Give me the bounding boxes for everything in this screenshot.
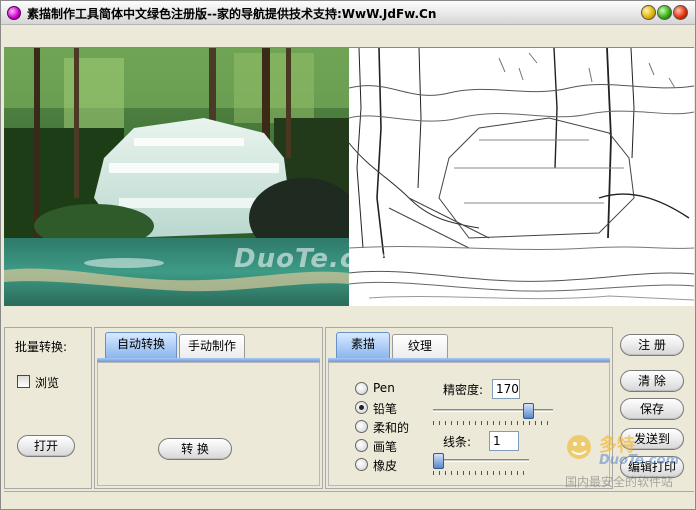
- tab-manual[interactable]: 手动制作: [179, 334, 245, 358]
- save-button[interactable]: 保存: [620, 398, 684, 420]
- batch-panel: 批量转换: 浏览 打开: [4, 327, 92, 489]
- radio-brush-label: 画笔: [373, 440, 398, 454]
- radio-brush[interactable]: [355, 439, 368, 452]
- tab-sketch[interactable]: 素描: [336, 332, 390, 358]
- auto-convert-pane: 转 换: [97, 362, 320, 486]
- density-slider-track: [433, 409, 553, 412]
- app-icon: [7, 6, 21, 20]
- density-ticks: [433, 421, 553, 425]
- radio-eraser-label: 橡皮: [373, 459, 398, 473]
- radio-eraser[interactable]: [355, 458, 368, 471]
- open-button[interactable]: 打开: [17, 435, 75, 457]
- close-button[interactable]: [673, 5, 688, 20]
- stroke-label: 线条:: [443, 435, 472, 449]
- stroke-ticks: [433, 471, 529, 475]
- window-title: 素描制作工具简体中文绿色注册版--家的导航提供技术支持:WwW.JdFw.Cn: [27, 7, 437, 21]
- browse-checkbox[interactable]: [17, 375, 30, 388]
- site-logo-watermark: 多特 DuoTe.com 国内最安全的软件站: [563, 429, 693, 491]
- preview-area: DuoTe.com: [4, 47, 694, 306]
- density-slider[interactable]: [523, 403, 534, 419]
- mode-panel: 自动转换 手动制作 转 换: [94, 327, 323, 489]
- tab-texture[interactable]: 纹理: [392, 334, 448, 358]
- tab-auto-convert[interactable]: 自动转换: [105, 332, 177, 358]
- logo-slogan: 国内最安全的软件站: [565, 475, 674, 489]
- clear-button[interactable]: 清 除: [620, 370, 684, 392]
- stroke-slider-track: [433, 459, 529, 462]
- radio-pencil[interactable]: [355, 401, 368, 414]
- watermark-text: DuoTe.com: [234, 244, 404, 274]
- radio-soft[interactable]: [355, 420, 368, 433]
- minimize-button[interactable]: [641, 5, 656, 20]
- radio-pencil-label: 铅笔: [373, 402, 398, 416]
- logo-site: DuoTe.com: [599, 453, 680, 468]
- radio-soft-label: 柔和的: [373, 421, 410, 435]
- title-bar[interactable]: 素描制作工具简体中文绿色注册版--家的导航提供技术支持:WwW.JdFw.Cn: [1, 1, 695, 25]
- radio-pen[interactable]: [355, 382, 368, 395]
- batch-label: 批量转换:: [15, 340, 68, 354]
- stroke-input[interactable]: 1: [489, 431, 519, 451]
- density-input[interactable]: 170: [492, 379, 520, 399]
- maximize-button[interactable]: [657, 5, 672, 20]
- register-button[interactable]: 注 册: [620, 334, 684, 356]
- app-window: 素描制作工具简体中文绿色注册版--家的导航提供技术支持:WwW.JdFw.Cn: [0, 0, 696, 510]
- stroke-slider[interactable]: [433, 453, 444, 469]
- status-bar: [4, 491, 694, 509]
- radio-pen-label: Pen: [373, 381, 395, 395]
- browse-label: 浏览: [35, 376, 60, 390]
- density-label: 精密度:: [443, 383, 484, 397]
- convert-button[interactable]: 转 换: [158, 438, 232, 460]
